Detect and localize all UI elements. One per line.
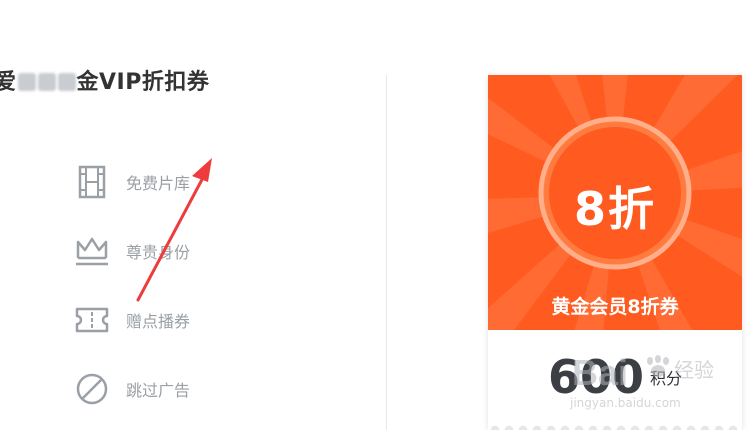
benefit-label: 跳过广告 [126, 381, 191, 400]
benefit-item-skip-ads: 跳过广告 [74, 369, 294, 409]
coupon-card[interactable]: 8折 黄金会员8折券 600 积分 [488, 75, 742, 430]
title-prefix: 爱 [0, 70, 17, 95]
blurred-char [37, 73, 56, 91]
blurred-char [17, 73, 36, 91]
page-title: 爱 金VIP折扣券 [0, 64, 209, 96]
coupon-header: 8折 黄金会员8折券 [488, 75, 742, 330]
blurred-char [57, 73, 76, 91]
discount-label: 8折 [573, 182, 656, 236]
annotation-arrow [136, 158, 212, 302]
points-value: 600 [547, 350, 644, 404]
points-unit: 积分 [650, 369, 683, 388]
no-ads-icon [74, 371, 110, 407]
section-divider [386, 75, 387, 430]
benefit-label: 赠点播券 [126, 312, 191, 331]
crown-icon [74, 233, 110, 269]
film-icon [74, 164, 110, 200]
points-price: 600 积分 [488, 350, 742, 404]
coupon-name: 黄金会员8折券 [551, 296, 679, 318]
scalloped-edge [488, 424, 742, 430]
title-suffix: 金VIP折扣券 [76, 70, 210, 95]
ticket-icon [74, 302, 110, 338]
